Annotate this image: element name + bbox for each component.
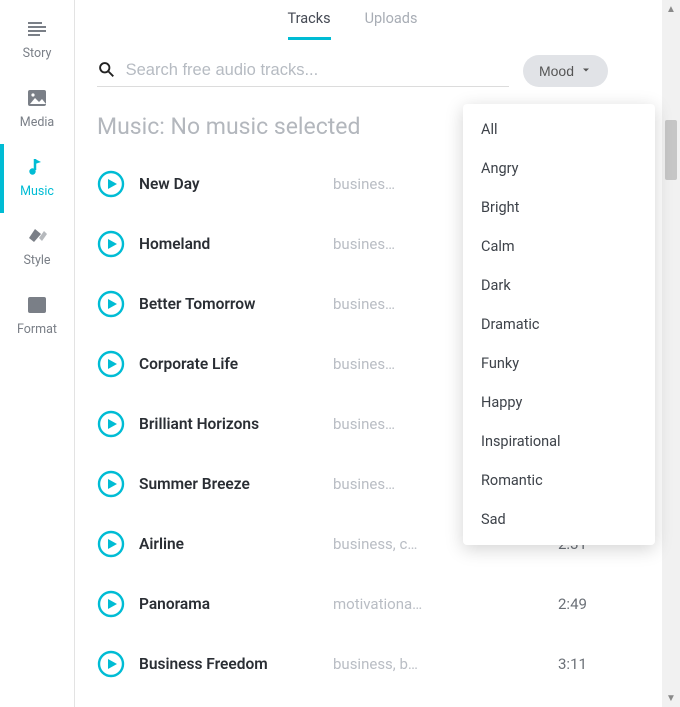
mood-option[interactable]: Calm	[463, 227, 655, 266]
track-tags: business, b…	[333, 655, 544, 673]
track-title: New Day	[139, 175, 319, 193]
play-button[interactable]	[97, 410, 125, 438]
tab-uploads[interactable]: Uploads	[365, 10, 418, 40]
format-icon	[24, 292, 50, 318]
sidebar-label: Style	[23, 253, 50, 268]
scroll-thumb[interactable]	[665, 120, 677, 180]
mood-option[interactable]: Funky	[463, 344, 655, 383]
play-button[interactable]	[97, 170, 125, 198]
play-button[interactable]	[97, 530, 125, 558]
track-title: Homeland	[139, 235, 319, 253]
sidebar-item-music[interactable]: Music	[0, 144, 74, 213]
mood-option[interactable]: Bright	[463, 188, 655, 227]
sidebar-item-story[interactable]: Story	[0, 6, 74, 75]
mood-option[interactable]: Happy	[463, 383, 655, 422]
track-tags: motivationa…	[333, 595, 544, 613]
track-title: Panorama	[139, 595, 319, 613]
music-icon	[24, 154, 50, 180]
sidebar-item-style[interactable]: Style	[0, 213, 74, 282]
media-icon	[24, 85, 50, 111]
track-title: Better Tomorrow	[139, 295, 319, 313]
mood-option[interactable]: Sad	[463, 500, 655, 539]
play-button[interactable]	[97, 230, 125, 258]
scroll-down-button[interactable]: ▼	[662, 689, 680, 707]
search-field-wrap[interactable]	[97, 54, 509, 87]
sidebar-label: Music	[20, 184, 54, 199]
main-panel: Tracks Uploads Mood Music: No music sele…	[74, 0, 630, 707]
search-input[interactable]	[126, 61, 509, 80]
sidebar-item-format[interactable]: Format	[0, 282, 74, 351]
tabs: Tracks Uploads	[75, 0, 630, 40]
section-prefix: Music:	[97, 113, 171, 140]
track-title: Summer Breeze	[139, 475, 319, 493]
chevron-down-icon	[580, 63, 592, 79]
mood-option[interactable]: Angry	[463, 149, 655, 188]
mood-filter-button[interactable]: Mood	[523, 55, 608, 87]
section-status: No music selected	[171, 113, 361, 140]
track-title: Airline	[139, 535, 319, 553]
play-button[interactable]	[97, 470, 125, 498]
tab-tracks[interactable]: Tracks	[288, 10, 331, 40]
sidebar-item-media[interactable]: Media	[0, 75, 74, 144]
outer-scrollbar[interactable]: ▲ ▼	[662, 0, 680, 707]
mood-option[interactable]: Inspirational	[463, 422, 655, 461]
style-icon	[24, 223, 50, 249]
story-icon	[24, 16, 50, 42]
search-icon	[97, 60, 116, 80]
track-duration: 3:11	[558, 655, 608, 673]
mood-option[interactable]: Romantic	[463, 461, 655, 500]
track-title: Brilliant Horizons	[139, 415, 319, 433]
sidebar-label: Media	[20, 115, 54, 130]
mood-option[interactable]: Dramatic	[463, 305, 655, 344]
scroll-up-button[interactable]: ▲	[662, 0, 680, 18]
sidebar-label: Format	[17, 322, 57, 337]
side-nav: Story Media Music Style Format	[0, 0, 74, 707]
play-button[interactable]	[97, 590, 125, 618]
mood-filter-label: Mood	[539, 63, 574, 79]
mood-dropdown: AllAngryBrightCalmDarkDramaticFunkyHappy…	[463, 104, 655, 545]
mood-option[interactable]: Dark	[463, 266, 655, 305]
track-title: Corporate Life	[139, 355, 319, 373]
track-title: Business Freedom	[139, 655, 319, 673]
mood-option[interactable]: All	[463, 110, 655, 149]
sidebar-label: Story	[23, 46, 52, 61]
track-row[interactable]: Business Freedom business, b… 3:11	[97, 634, 608, 694]
play-button[interactable]	[97, 290, 125, 318]
play-button[interactable]	[97, 350, 125, 378]
track-duration: 2:49	[558, 595, 608, 613]
track-row[interactable]: Panorama motivationa… 2:49	[97, 574, 608, 634]
play-button[interactable]	[97, 650, 125, 678]
